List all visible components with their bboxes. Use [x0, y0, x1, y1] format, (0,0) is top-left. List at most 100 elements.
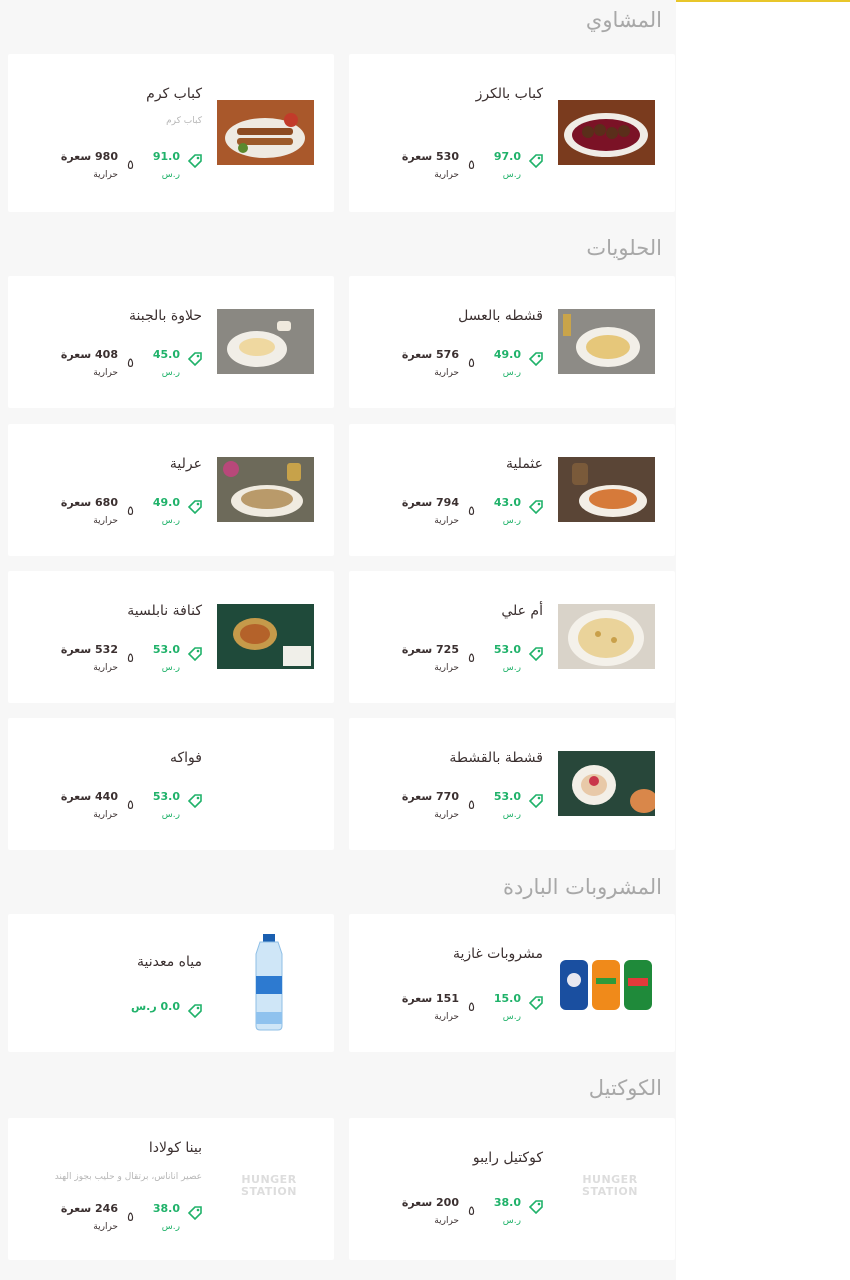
section-title-grills: المشاوي — [585, 8, 662, 32]
calories: ٥ 408 سعرة حرارية — [24, 348, 134, 388]
calories: ٥ 770 سعرة حرارية — [365, 790, 475, 830]
section-title-cocktails: الكوكتيل — [588, 1076, 662, 1100]
calories-value: 725 سعرة — [401, 643, 459, 656]
calories-label: حرارية — [93, 810, 118, 820]
calories-value: 246 سعرة — [60, 1202, 118, 1215]
calories-icon: ٥ — [468, 158, 475, 173]
price: 49.0 ر.س — [493, 348, 543, 388]
price: 91.0 ر.س — [152, 150, 202, 190]
calories-label: حرارية — [434, 170, 459, 180]
item-name: مشروبات غازية — [452, 946, 543, 962]
price: 45.0 ر.س — [152, 348, 202, 388]
menu-item-card[interactable]: أم علي 53.0 ر.س ٥ 725 سعرة حرارية — [349, 571, 675, 703]
menu-page: المشاوي كباب بالكرز 97.0 ر.س ٥ 530 سعرة … — [0, 0, 676, 1280]
food-image — [558, 604, 655, 669]
price: 15.0 ر.س — [493, 992, 543, 1032]
calories-label: حرارية — [434, 663, 459, 673]
section-title-cold-drinks: المشروبات الباردة — [503, 875, 662, 899]
calories-icon: ٥ — [127, 1210, 134, 1225]
price-value: 49.0 — [493, 348, 521, 361]
price: 53.0 ر.س — [152, 643, 202, 683]
currency: ر.س — [161, 368, 180, 378]
menu-item-card[interactable]: مشروبات غازية 15.0 ر.س ٥ 151 سعرة حرارية — [349, 914, 675, 1052]
menu-item-card[interactable]: كباب بالكرز 97.0 ر.س ٥ 530 سعرة حرارية — [349, 54, 675, 212]
calories: ٥ 530 سعرة حرارية — [365, 150, 475, 190]
price: 0.0 ر.س — [130, 1000, 202, 1040]
calories-value: 408 سعرة — [60, 348, 118, 361]
calories-icon: ٥ — [127, 356, 134, 371]
food-image — [558, 751, 655, 816]
currency: ر.س — [502, 663, 521, 673]
calories: ٥ 794 سعرة حرارية — [365, 496, 475, 536]
calories-value: 980 سعرة — [60, 150, 118, 163]
price-tag-icon — [529, 794, 543, 808]
food-image — [558, 954, 655, 1012]
menu-item-card[interactable]: عرلية 49.0 ر.س ٥ 680 سعرة حرارية — [8, 424, 334, 556]
calories-label: حرارية — [93, 663, 118, 673]
item-name: كباب كرم — [146, 86, 202, 102]
calories-value: 794 سعرة — [401, 496, 459, 509]
price: 53.0 ر.س — [152, 790, 202, 830]
calories-icon: ٥ — [468, 1204, 475, 1219]
price-value: 53.0 — [152, 643, 180, 656]
item-name: فواكه — [170, 750, 202, 766]
item-name: قشطة بالقشطة — [449, 750, 543, 766]
price-value: 97.0 — [493, 150, 521, 163]
item-name: أم علي — [501, 603, 543, 619]
calories-label: حرارية — [434, 368, 459, 378]
price-value: 0.0 ر.س — [130, 1000, 180, 1013]
item-name: كباب بالكرز — [475, 86, 543, 102]
calories-value: 440 سعرة — [60, 790, 118, 803]
price-value: 45.0 — [152, 348, 180, 361]
food-image — [558, 309, 655, 374]
calories: ٥ 151 سعرة حرارية — [365, 992, 475, 1032]
food-image — [217, 100, 314, 165]
menu-item-card[interactable]: حلاوة بالجبنة 45.0 ر.س ٥ 408 سعرة حرارية — [8, 276, 334, 408]
item-name: كنافة نابلسية — [127, 603, 202, 619]
calories-value: 200 سعرة — [401, 1196, 459, 1209]
calories-value: 680 سعرة — [60, 496, 118, 509]
calories: ٥ 246 سعرة حرارية — [24, 1202, 134, 1242]
calories-label: حرارية — [93, 368, 118, 378]
calories-value: 770 سعرة — [401, 790, 459, 803]
price-tag-icon — [188, 647, 202, 661]
price-value: 53.0 — [493, 643, 521, 656]
menu-item-card[interactable]: HUNGER STATION كوكتيل رايبو 38.0 ر.س ٥ 20… — [349, 1118, 675, 1260]
calories-icon: ٥ — [127, 158, 134, 173]
price-value: 38.0 — [493, 1196, 521, 1209]
calories-icon: ٥ — [468, 504, 475, 519]
currency: ر.س — [502, 368, 521, 378]
price: 49.0 ر.س — [152, 496, 202, 536]
currency: ر.س — [502, 1216, 521, 1226]
price: 38.0 ر.س — [493, 1196, 543, 1236]
menu-item-card[interactable]: مياه معدنية 0.0 ر.س — [8, 914, 334, 1052]
menu-item-card[interactable]: كباب كرم كباب كرم 91.0 ر.س ٥ 980 سعرة حر… — [8, 54, 334, 212]
menu-item-card[interactable]: كنافة نابلسية 53.0 ر.س ٥ 532 سعرة حرارية — [8, 571, 334, 703]
price-tag-icon — [188, 352, 202, 366]
item-name: حلاوة بالجبنة — [129, 308, 202, 324]
menu-item-card[interactable]: HUNGER STATION بينا كولادا عصير اناناس، ب… — [8, 1118, 334, 1260]
calories-label: حرارية — [93, 170, 118, 180]
currency: ر.س — [161, 810, 180, 820]
calories-icon: ٥ — [468, 1000, 475, 1015]
menu-item-card[interactable]: قشطة بالقشطة 53.0 ر.س ٥ 770 سعرة حرارية — [349, 718, 675, 850]
price: 53.0 ر.س — [493, 790, 543, 830]
item-description: كباب كرم — [166, 116, 202, 126]
currency: ر.س — [161, 516, 180, 526]
price-tag-icon — [529, 996, 543, 1010]
currency: ر.س — [502, 1012, 521, 1022]
price-value: 38.0 — [152, 1202, 180, 1215]
item-description: عصير اناناس، برتقال و حليب بجوز الهند — [54, 1172, 202, 1182]
price-tag-icon — [188, 1004, 202, 1018]
menu-item-card[interactable]: فواكه 53.0 ر.س ٥ 440 سعرة حرارية — [8, 718, 334, 850]
menu-item-card[interactable]: عثملية 43.0 ر.س ٥ 794 سعرة حرارية — [349, 424, 675, 556]
menu-item-card[interactable]: قشطه بالعسل 49.0 ر.س ٥ 576 سعرة حرارية — [349, 276, 675, 408]
price: 53.0 ر.س — [493, 643, 543, 683]
price-value: 91.0 — [152, 150, 180, 163]
currency: ر.س — [502, 810, 521, 820]
calories-icon: ٥ — [127, 798, 134, 813]
calories-value: 532 سعرة — [60, 643, 118, 656]
price: 43.0 ر.س — [493, 496, 543, 536]
price-tag-icon — [188, 794, 202, 808]
item-name: عرلية — [169, 456, 202, 472]
